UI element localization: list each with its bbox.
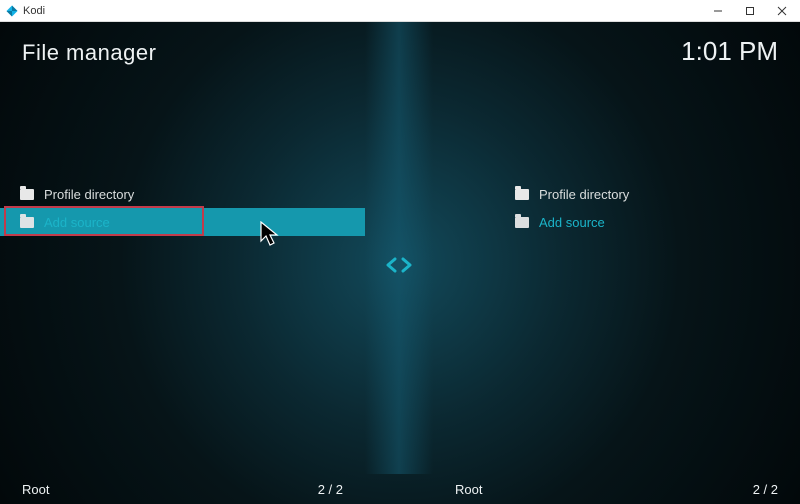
center-divider	[365, 22, 433, 474]
footer-right-position: 2 / 2	[753, 482, 778, 497]
list-item[interactable]: Profile directory	[0, 180, 365, 208]
footer-right-path: Root	[455, 482, 482, 497]
panes: Profile directory Add source	[0, 22, 800, 474]
close-button[interactable]	[766, 1, 798, 21]
right-list: Profile directory Add source	[495, 180, 800, 236]
add-source-item[interactable]: Add source	[495, 208, 800, 236]
maximize-icon	[745, 6, 755, 16]
add-source-item[interactable]: Add source	[0, 208, 365, 236]
list-item[interactable]: Profile directory	[495, 180, 800, 208]
maximize-button[interactable]	[734, 1, 766, 21]
kodi-app: File manager 1:01 PM Profile directory A…	[0, 22, 800, 504]
list-item-label: Profile directory	[539, 187, 629, 202]
list-item-label: Add source	[539, 215, 605, 230]
titlebar-left: Kodi	[6, 5, 45, 17]
minimize-icon	[713, 6, 723, 16]
left-pane: Profile directory Add source	[0, 22, 365, 474]
list-item-label: Add source	[44, 215, 110, 230]
close-icon	[777, 6, 787, 16]
list-item-label: Profile directory	[44, 187, 134, 202]
kodi-logo-icon	[6, 5, 18, 17]
footer-right: Root 2 / 2	[433, 474, 800, 504]
folder-icon	[20, 189, 34, 200]
window-titlebar: Kodi	[0, 0, 800, 22]
minimize-button[interactable]	[702, 1, 734, 21]
folder-icon	[515, 189, 529, 200]
left-list: Profile directory Add source	[0, 180, 365, 236]
footer-left-position: 2 / 2	[318, 482, 343, 497]
footer: Root 2 / 2 Root 2 / 2	[0, 474, 800, 504]
footer-left-path: Root	[22, 482, 49, 497]
folder-icon	[515, 217, 529, 228]
folder-icon	[20, 217, 34, 228]
window-title: Kodi	[23, 5, 45, 17]
footer-gap	[365, 474, 433, 504]
window-controls	[702, 1, 798, 21]
footer-left: Root 2 / 2	[0, 474, 365, 504]
swap-icon	[386, 255, 412, 281]
right-pane: Profile directory Add source	[433, 22, 800, 474]
